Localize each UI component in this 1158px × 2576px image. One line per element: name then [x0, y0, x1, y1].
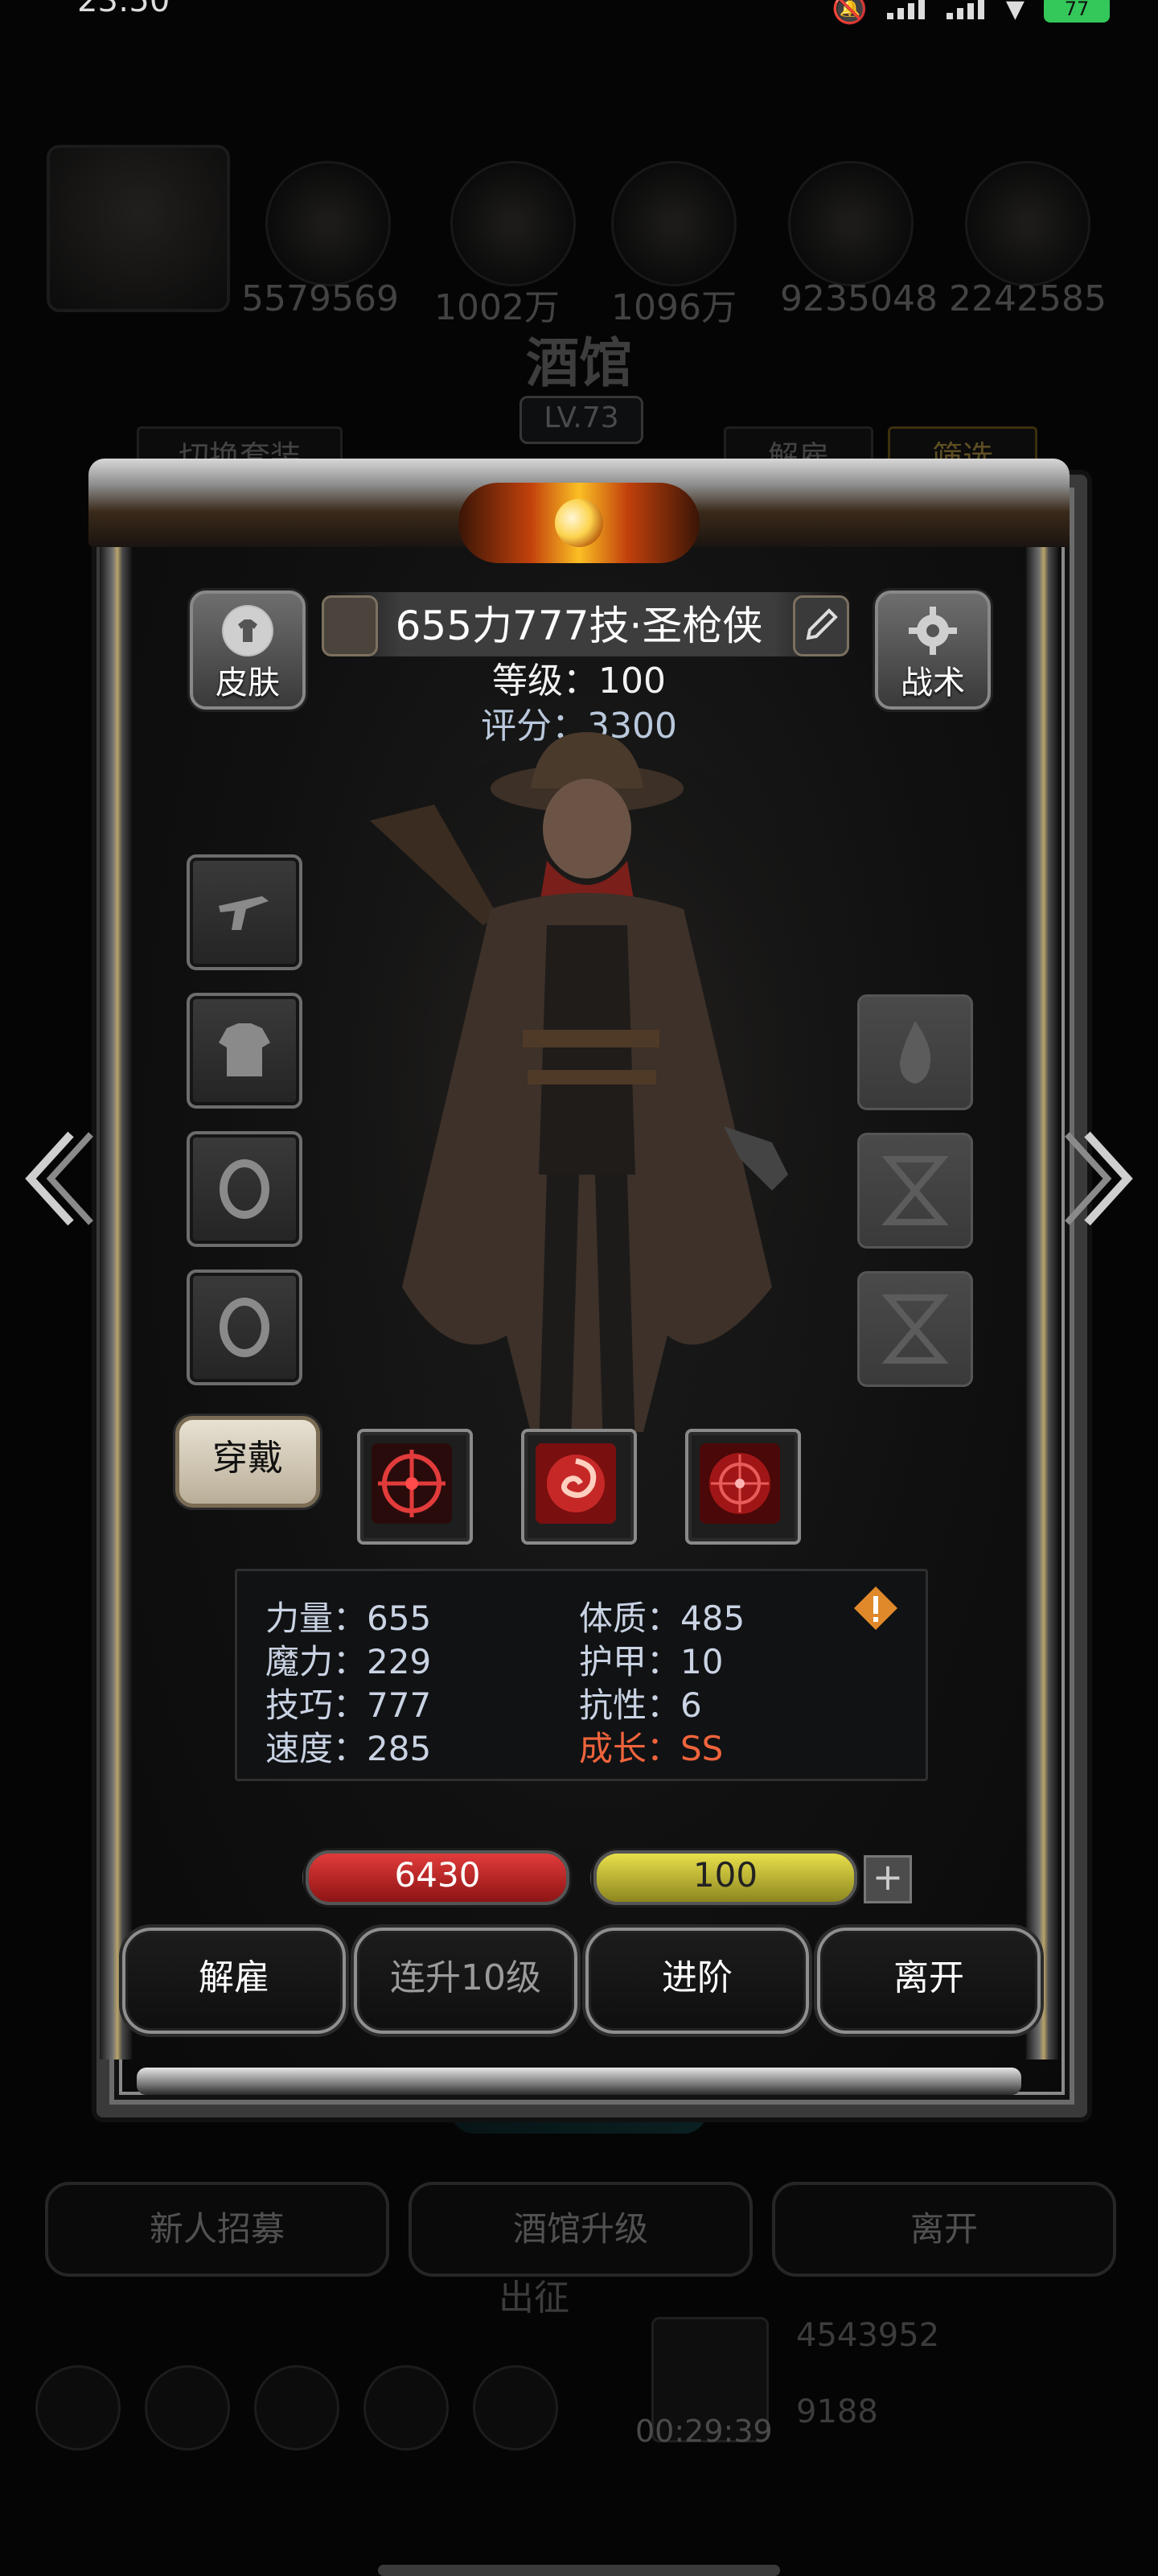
right-pillar [1026, 547, 1058, 2060]
vortex-skill-icon [536, 1443, 616, 1524]
hourglass-slot-2[interactable] [857, 1271, 973, 1387]
hourglass-icon [881, 1156, 949, 1225]
info-warning-icon[interactable] [852, 1585, 899, 1632]
resource-icon-5 [965, 161, 1090, 286]
skin-button[interactable]: 皮肤 [190, 591, 306, 710]
skill-slot-2[interactable] [521, 1429, 637, 1545]
stat-magic: 魔力：229 [265, 1642, 432, 1681]
weapon-slot[interactable] [187, 854, 302, 970]
crosshair-skill-icon [372, 1443, 452, 1524]
ring-icon [220, 1159, 269, 1219]
target-skill-icon [700, 1443, 780, 1524]
armor-slot[interactable] [187, 993, 302, 1109]
hero-level: 等级：100 [492, 660, 666, 702]
wear-button[interactable]: 穿戴 [175, 1416, 320, 1508]
tavern-upgrade-button[interactable]: 酒馆升级 [409, 2182, 753, 2277]
tavern-title: 酒馆 [526, 331, 632, 394]
resource-icon-2 [450, 161, 576, 286]
stat-resistance: 抗性：6 [579, 1685, 702, 1725]
resource-icon-1 [265, 161, 391, 286]
growth-label: 成长： [579, 1729, 681, 1768]
stat-armor: 护甲：10 [579, 1642, 724, 1681]
chest-timer: 00:29:39 [635, 2413, 773, 2449]
armor-icon [219, 1023, 270, 1076]
moon-emblem-icon [555, 499, 603, 547]
dismiss-button[interactable]: 解雇 [122, 1928, 346, 2034]
stat-strength: 力量：655 [265, 1599, 432, 1638]
gold-amount: 4543952 [796, 2317, 940, 2354]
bottom-nav-icon-3[interactable] [254, 2365, 339, 2450]
skill-slot-1[interactable] [357, 1429, 473, 1545]
bottom-nav-icon-1[interactable] [35, 2365, 121, 2450]
dialog-bottom-frame [137, 2068, 1021, 2095]
ring-slot-1[interactable] [187, 1131, 302, 1247]
flame-icon [900, 1021, 931, 1084]
tavern-leave-button[interactable]: 离开 [772, 2182, 1116, 2277]
hourglass-icon-2 [881, 1294, 949, 1364]
left-pillar [100, 547, 132, 2060]
ring-icon-2 [220, 1298, 269, 1357]
fire-rune-slot[interactable] [857, 994, 973, 1110]
growth-value: SS [680, 1729, 724, 1768]
energy-bar: 100 [593, 1850, 857, 1905]
recruit-button[interactable]: 新人招募 [45, 2182, 389, 2277]
stat-constitution: 体质：485 [579, 1599, 745, 1638]
tavern-level: LV.73 [519, 396, 643, 444]
tactics-button[interactable]: 战术 [875, 591, 991, 710]
gem-amount: 9188 [796, 2393, 878, 2430]
add-energy-button[interactable]: + [864, 1855, 912, 1903]
bottom-nav-icon-2[interactable] [145, 2365, 230, 2450]
previous-hero-arrow-icon[interactable] [14, 1118, 95, 1239]
bottom-nav-icon-5[interactable] [473, 2365, 558, 2450]
advance-button[interactable]: 进阶 [585, 1928, 809, 2034]
bottom-nav-icon-4[interactable] [363, 2365, 449, 2450]
resource-value-4: 9235048 [780, 278, 938, 319]
level-up-10-button[interactable]: 连升10级 [354, 1928, 577, 2034]
skill-slot-3[interactable] [685, 1429, 801, 1545]
resource-value-5: 2242585 [949, 278, 1107, 319]
resource-icon-4 [788, 161, 914, 286]
player-avatar[interactable] [47, 145, 230, 312]
shirt-refresh-icon [222, 605, 273, 656]
hourglass-slot-1[interactable] [857, 1133, 973, 1249]
pistol-icon [219, 896, 269, 930]
leave-button[interactable]: 离开 [817, 1928, 1041, 2034]
hp-bar: 6430 [306, 1850, 569, 1905]
hero-name: 655力777技·圣枪侠 [395, 603, 763, 649]
gear-icon [907, 605, 959, 656]
stat-skill: 技巧：777 [265, 1685, 432, 1725]
stat-growth: 成长：SS [579, 1722, 723, 1771]
stat-speed: 速度：285 [265, 1729, 432, 1768]
skin-label: 皮肤 [216, 665, 280, 702]
tactics-label: 战术 [901, 665, 965, 702]
resource-icon-3 [611, 161, 737, 286]
resource-value-1: 5579569 [241, 278, 399, 319]
expedition-label: 出征 [499, 2278, 569, 2319]
hero-portrait [298, 732, 877, 1480]
ring-slot-2[interactable] [187, 1269, 302, 1385]
next-hero-arrow-icon[interactable] [1063, 1118, 1144, 1239]
